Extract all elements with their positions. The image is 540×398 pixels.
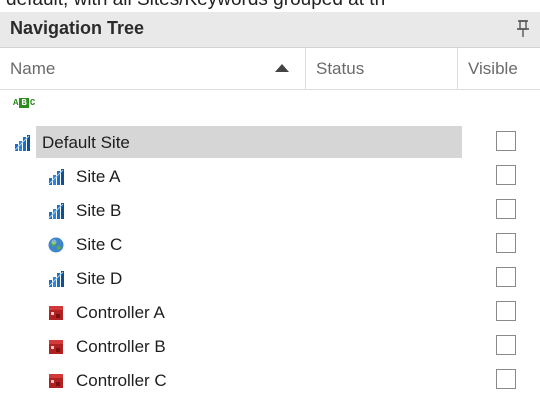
column-header-visible[interactable]: Visible	[458, 48, 540, 89]
column-name-label: Name	[10, 59, 56, 78]
tree-item-label: Controller C	[76, 371, 167, 390]
tree-row[interactable]: Default Site	[0, 126, 540, 160]
abc-letter-a: A	[13, 98, 19, 108]
sort-ascending-icon	[275, 64, 289, 72]
column-header-name[interactable]: Name	[0, 48, 306, 89]
controller-icon	[48, 339, 64, 355]
visible-checkbox[interactable]	[496, 369, 516, 389]
controller-icon	[48, 373, 64, 389]
site-chart-icon	[48, 169, 64, 185]
tree-row[interactable]: Controller A	[0, 296, 540, 330]
tree-row[interactable]: Site B	[0, 194, 540, 228]
tree-item-label: Site A	[76, 167, 121, 186]
abc-sort-icon[interactable]: A B C	[12, 96, 36, 110]
tree-row[interactable]: Site D	[0, 262, 540, 296]
visible-checkbox[interactable]	[496, 131, 516, 151]
column-status-label: Status	[316, 59, 365, 78]
controller-icon	[48, 305, 64, 321]
site-chart-icon	[48, 271, 64, 287]
tree-item-label: Controller A	[76, 303, 165, 322]
tree-row[interactable]: Controller C	[0, 364, 540, 398]
visible-checkbox[interactable]	[496, 335, 516, 355]
abc-letter-c: C	[29, 98, 36, 108]
column-header-status[interactable]: Status	[306, 48, 458, 89]
background-text: default, with all Sites/Keywords grouped…	[6, 0, 385, 11]
column-header-row: Name Status Visible	[0, 48, 540, 90]
background-document-text-strip: default, with all Sites/Keywords grouped…	[0, 0, 540, 12]
tree-row[interactable]: Site C	[0, 228, 540, 262]
globe-icon	[48, 237, 64, 253]
tree-item-label: Site C	[76, 235, 123, 254]
panel-header: Navigation Tree	[0, 12, 540, 48]
tree-item-label: Site D	[76, 269, 123, 288]
visible-checkbox[interactable]	[496, 165, 516, 185]
visible-checkbox[interactable]	[496, 199, 516, 219]
site-chart-icon	[48, 203, 64, 219]
tree-row[interactable]: Site A	[0, 160, 540, 194]
tree-item-label: Controller B	[76, 337, 166, 356]
visible-checkbox[interactable]	[496, 233, 516, 253]
abc-letter-b: B	[19, 98, 29, 108]
visible-checkbox[interactable]	[496, 267, 516, 287]
tree-row[interactable]: Controller B	[0, 330, 540, 364]
visible-checkbox[interactable]	[496, 301, 516, 321]
site-chart-icon	[14, 135, 30, 151]
column-visible-label: Visible	[468, 59, 518, 78]
tree-item-label: Default Site	[42, 133, 130, 152]
panel-title: Navigation Tree	[10, 18, 145, 38]
pin-icon[interactable]	[514, 19, 532, 39]
tree-item-label: Site B	[76, 201, 122, 220]
